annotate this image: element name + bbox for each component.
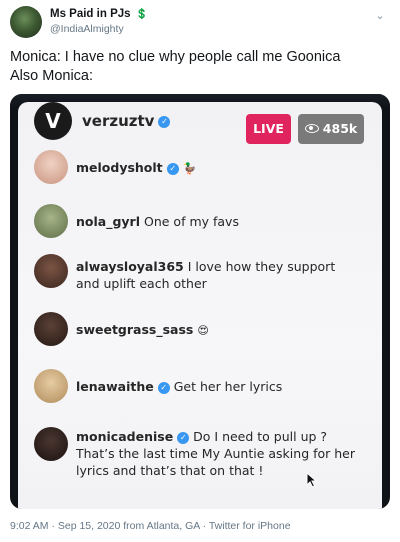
- tweet-header: Ms Paid in PJs 💲 @IndiaAlmighty ⌄: [10, 6, 390, 42]
- comment-body: nola_gyrl One of my favs: [76, 213, 356, 230]
- comment-username: sweetgrass_sass: [76, 322, 194, 337]
- comment-emoji: 🦆: [182, 162, 197, 175]
- money-bag-icon: 💲: [135, 9, 149, 20]
- eye-icon: [304, 124, 319, 133]
- comment-username: alwaysloyal365: [76, 259, 184, 274]
- tweet-text-line-1: Monica: I have no clue why people call m…: [10, 49, 341, 65]
- tweet-text: Monica: I have no clue why people call m…: [10, 48, 390, 86]
- viewer-count-badge: 485k: [298, 114, 364, 144]
- verified-badge-icon: ✓: [166, 162, 179, 175]
- comment-emoji: 😍: [197, 324, 209, 337]
- host-name: verzuztv ✓: [82, 112, 171, 130]
- comment-avatar: [34, 427, 68, 461]
- host-avatar: V: [34, 102, 72, 140]
- comment-body: sweetgrass_sass 😍: [76, 321, 356, 339]
- author-display-name[interactable]: Ms Paid in PJs: [50, 8, 131, 20]
- verified-badge-icon: ✓: [177, 431, 190, 444]
- comment-username: melodysholt: [76, 160, 163, 175]
- comment-text: Get her her lyrics: [173, 379, 283, 394]
- live-header: V verzuztv ✓ LIVE 485k: [20, 102, 382, 144]
- comment-text: One of my favs: [144, 214, 239, 229]
- verified-badge-icon: ✓: [157, 381, 170, 394]
- viewer-count: 485k: [322, 121, 358, 136]
- host-username: verzuztv: [82, 112, 155, 130]
- author-handle[interactable]: @IndiaAlmighty: [50, 23, 124, 35]
- comment-username: monicadenise: [76, 429, 174, 444]
- chevron-down-icon[interactable]: ⌄: [372, 8, 388, 24]
- comment-body: lenawaithe ✓ Get her her lyrics: [76, 378, 356, 395]
- verified-badge-icon: ✓: [158, 115, 171, 128]
- comment-avatar: [34, 369, 68, 403]
- mouse-cursor-icon: [306, 472, 318, 488]
- comment-avatar: [34, 312, 68, 346]
- author-avatar[interactable]: [10, 6, 42, 38]
- comment-avatar: [34, 254, 68, 288]
- comment-body: alwaysloyal365 I love how they support a…: [76, 258, 356, 292]
- comment-username: nola_gyrl: [76, 214, 141, 229]
- tweet-text-line-2: Also Monica:: [10, 68, 94, 84]
- comment-username: lenawaithe: [76, 379, 154, 394]
- comment-avatar: [34, 204, 68, 238]
- comment-avatar: [34, 150, 68, 184]
- tweet-timestamp[interactable]: 9:02 AM · Sep 15, 2020 from Atlanta, GA …: [10, 520, 291, 532]
- author-name[interactable]: Ms Paid in PJs 💲: [50, 8, 148, 20]
- comment-body: melodysholt ✓ 🦆: [76, 159, 356, 177]
- tweet-media-photo[interactable]: V verzuztv ✓ LIVE 485k melodysholt ✓ 🦆 nol…: [10, 94, 390, 509]
- live-badge: LIVE: [246, 114, 291, 144]
